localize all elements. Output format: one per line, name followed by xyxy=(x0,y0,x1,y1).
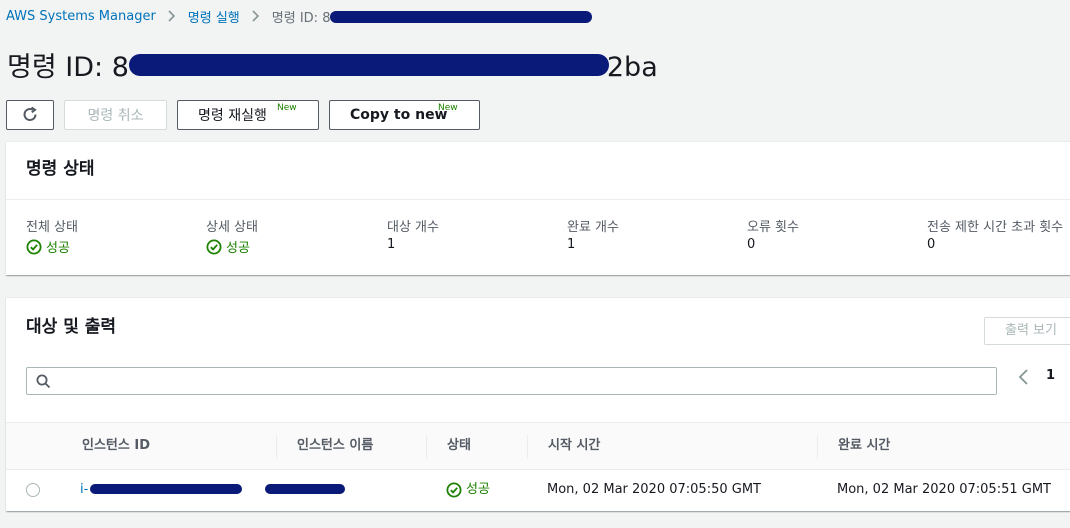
row-start-time: Mon, 02 Mar 2020 07:05:50 GMT xyxy=(547,482,761,497)
new-badge: New xyxy=(277,103,297,113)
refresh-button[interactable] xyxy=(6,100,54,130)
overall-status: 전체 상태 성공 xyxy=(26,216,78,256)
redaction-mark xyxy=(90,484,242,494)
target-count-label: 대상 개수 xyxy=(387,220,439,235)
rerun-command-label: 명령 재실행 xyxy=(198,108,267,124)
completed-count: 완료 개수 1 xyxy=(567,216,619,252)
delivery-timeout-value: 0 xyxy=(927,237,936,252)
rerun-command-button[interactable]: 명령 재실행 New xyxy=(177,100,319,130)
breadcrumb-parent-link[interactable]: 명령 실행 xyxy=(188,7,240,26)
error-count-label: 오류 횟수 xyxy=(747,220,799,235)
refresh-icon xyxy=(23,106,37,121)
check-circle-icon xyxy=(206,239,222,254)
breadcrumb-current-text: 명령 ID: 8 xyxy=(271,10,331,26)
page-title-prefix: 명령 ID: 8 xyxy=(7,52,129,83)
targets-and-outputs-panel: 대상 및 출력 출력 보기 1 인스턴스 ID 인스턴스 이름 상태 시작 시간… xyxy=(6,297,1070,511)
column-divider xyxy=(426,435,427,459)
completed-count-value: 1 xyxy=(567,237,576,252)
column-divider xyxy=(817,435,818,459)
column-instance-name[interactable]: 인스턴스 이름 xyxy=(297,423,373,471)
row-end-time: Mon, 02 Mar 2020 07:05:51 GMT xyxy=(837,482,1051,497)
column-instance-id[interactable]: 인스턴스 ID xyxy=(82,423,150,471)
overall-status-text: 성공 xyxy=(46,241,70,256)
cancel-command-button[interactable]: 명령 취소 xyxy=(64,100,167,130)
overall-status-label: 전체 상태 xyxy=(26,220,78,235)
search-icon xyxy=(36,374,51,389)
page-number[interactable]: 1 xyxy=(1046,368,1055,383)
redaction-mark xyxy=(329,10,592,23)
delivery-timeout-label: 전송 제한 시간 초과 횟수 xyxy=(927,220,1064,235)
breadcrumb-current: 명령 ID: 8 xyxy=(271,7,592,26)
target-count: 대상 개수 1 xyxy=(387,216,439,252)
command-status-panel: 명령 상태 전체 상태 성공 상세 상태 성공 대상 개수 1 완료 개수 1 … xyxy=(6,141,1070,275)
instance-id-link[interactable]: i- xyxy=(80,470,88,510)
detailed-status: 상세 상태 성공 xyxy=(206,216,258,256)
column-start-time[interactable]: 시작 시간 xyxy=(548,423,600,471)
targets-and-outputs-heading: 대상 및 출력 xyxy=(26,317,117,337)
check-circle-icon xyxy=(26,239,42,254)
check-circle-icon xyxy=(446,482,462,498)
detailed-status-text: 성공 xyxy=(226,241,250,256)
overall-status-value: 성공 xyxy=(26,237,78,256)
redaction-mark xyxy=(129,54,609,76)
view-output-button[interactable]: 출력 보기 xyxy=(984,317,1070,345)
copy-to-new-label: Copy to new xyxy=(350,107,448,123)
column-end-time[interactable]: 완료 시간 xyxy=(838,423,890,471)
column-divider xyxy=(527,435,528,459)
page-title-suffix: 2ba xyxy=(606,52,658,83)
chevron-right-icon xyxy=(252,10,260,22)
breadcrumb-root-link[interactable]: AWS Systems Manager xyxy=(6,9,156,24)
search-box xyxy=(26,367,997,395)
copy-to-new-button[interactable]: Copy to new New xyxy=(329,100,480,130)
completed-count-label: 완료 개수 xyxy=(567,220,619,235)
row-status: 성공 xyxy=(446,470,490,510)
chevron-left-icon[interactable] xyxy=(1016,368,1032,386)
column-divider xyxy=(276,435,277,459)
target-count-value: 1 xyxy=(387,237,396,252)
error-count: 오류 횟수 0 xyxy=(747,216,799,252)
page-title: 명령 ID: 8 2ba xyxy=(7,45,658,84)
chevron-right-icon xyxy=(168,10,176,22)
row-select-radio[interactable] xyxy=(26,483,40,497)
breadcrumb: AWS Systems Manager 명령 실행 명령 ID: 8 xyxy=(6,6,592,26)
delivery-timeout-count: 전송 제한 시간 초과 횟수 0 xyxy=(927,216,1063,252)
new-badge: New xyxy=(438,103,458,113)
table-header: 인스턴스 ID 인스턴스 이름 상태 시작 시간 완료 시간 xyxy=(6,422,1070,470)
error-count-value: 0 xyxy=(747,237,756,252)
detailed-status-label: 상세 상태 xyxy=(206,220,258,235)
redaction-mark xyxy=(265,484,345,494)
column-status[interactable]: 상태 xyxy=(447,423,471,471)
table-row[interactable]: i- 성공 Mon, 02 Mar 2020 07:05:50 GMT Mon,… xyxy=(6,470,1070,510)
search-input[interactable] xyxy=(57,370,987,392)
command-status-heading: 명령 상태 xyxy=(6,142,1070,200)
row-status-text: 성공 xyxy=(466,482,490,497)
detailed-status-value: 성공 xyxy=(206,237,258,256)
